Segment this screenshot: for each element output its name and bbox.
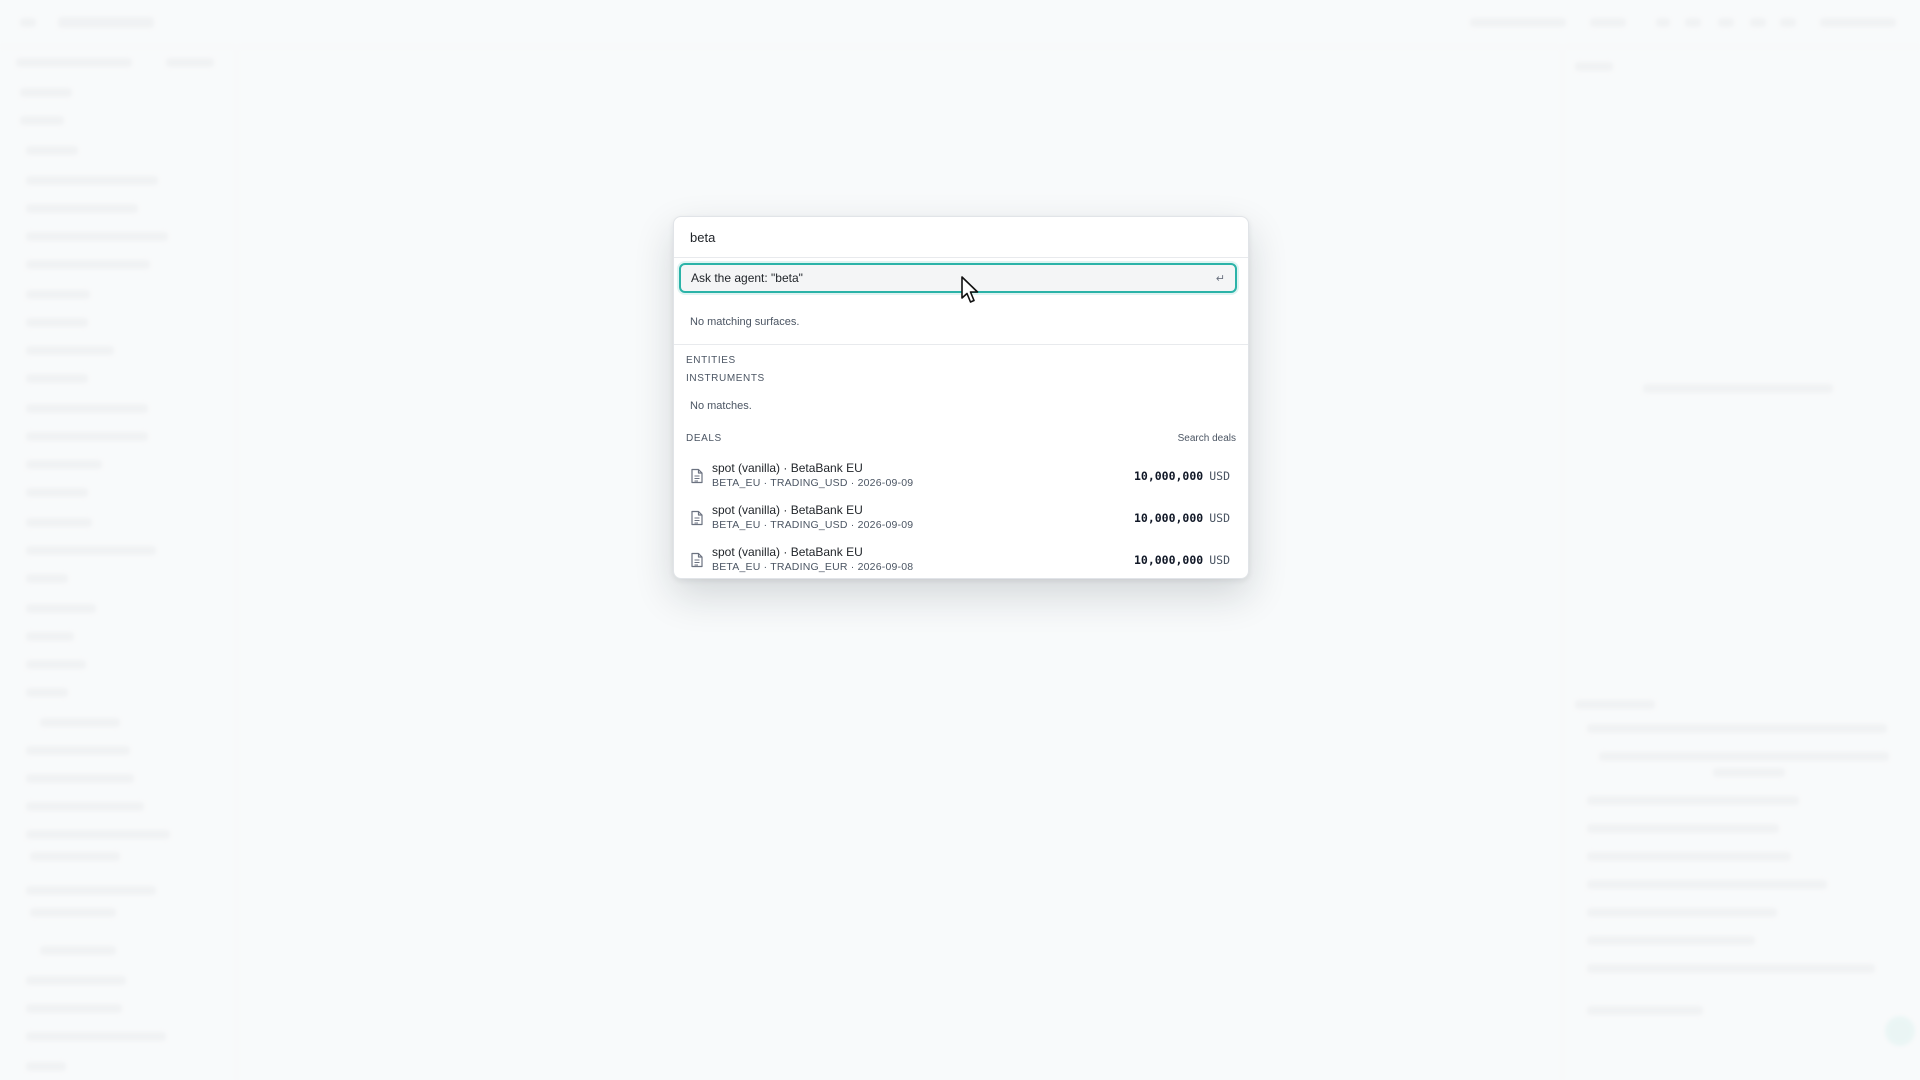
deal-currency: USD: [1209, 469, 1230, 483]
deal-subtitle: BETA_EU · TRADING_USD · 2026-09-09: [712, 477, 914, 489]
instruments-heading: INSTRUMENTS: [686, 373, 765, 384]
entities-heading: ENTITIES: [686, 355, 736, 366]
command-palette: Ask the agent: "beta" ↵ No matching surf…: [673, 216, 1249, 579]
deal-currency: USD: [1209, 553, 1230, 567]
document-icon: [691, 552, 703, 568]
deal-amount-value: 10,000,000: [1133, 553, 1204, 567]
deal-subtitle: BETA_EU · TRADING_USD · 2026-09-09: [712, 519, 914, 531]
deal-subtitle: BETA_EU · TRADING_EUR · 2026-09-08: [712, 561, 914, 573]
enter-key-icon: ↵: [1215, 272, 1225, 285]
deal-amount: 10,000,000 USD: [1134, 511, 1230, 525]
deal-text: spot (vanilla) · BetaBank EU BETA_EU · T…: [712, 461, 1134, 491]
document-icon: [691, 510, 703, 526]
search-deals-link[interactable]: Search deals: [1178, 433, 1236, 444]
ask-agent-label: Ask the agent: "beta": [691, 271, 803, 285]
deal-text: spot (vanilla) · BetaBank EU BETA_EU · T…: [712, 545, 1134, 575]
deals-heading: DEALS: [686, 433, 722, 444]
deal-amount-value: 10,000,000: [1133, 511, 1204, 525]
palette-search-input[interactable]: [690, 229, 1232, 245]
deal-result-item[interactable]: spot (vanilla) · BetaBank EU BETA_EU · T…: [680, 498, 1240, 538]
deal-title: spot (vanilla) · BetaBank EU: [712, 545, 863, 559]
deal-title: spot (vanilla) · BetaBank EU: [712, 503, 863, 517]
palette-search-row: [674, 217, 1248, 258]
mouse-pointer-icon: [961, 276, 979, 303]
ask-agent-option[interactable]: Ask the agent: "beta" ↵: [679, 263, 1237, 293]
section-divider: [674, 344, 1248, 345]
deal-title: spot (vanilla) · BetaBank EU: [712, 461, 863, 475]
deal-text: spot (vanilla) · BetaBank EU BETA_EU · T…: [712, 503, 1134, 533]
deal-amount-value: 10,000,000: [1133, 469, 1204, 483]
document-icon: [691, 468, 703, 484]
no-surfaces-message: No matching surfaces.: [690, 316, 800, 328]
deal-result-item[interactable]: spot (vanilla) · BetaBank EU BETA_EU · T…: [680, 456, 1240, 496]
deal-amount: 10,000,000 USD: [1134, 553, 1230, 567]
deal-result-item[interactable]: spot (vanilla) · BetaBank EU BETA_EU · T…: [680, 540, 1240, 578]
deal-currency: USD: [1209, 511, 1230, 525]
deal-amount: 10,000,000 USD: [1134, 469, 1230, 483]
instruments-no-matches: No matches.: [690, 400, 752, 412]
